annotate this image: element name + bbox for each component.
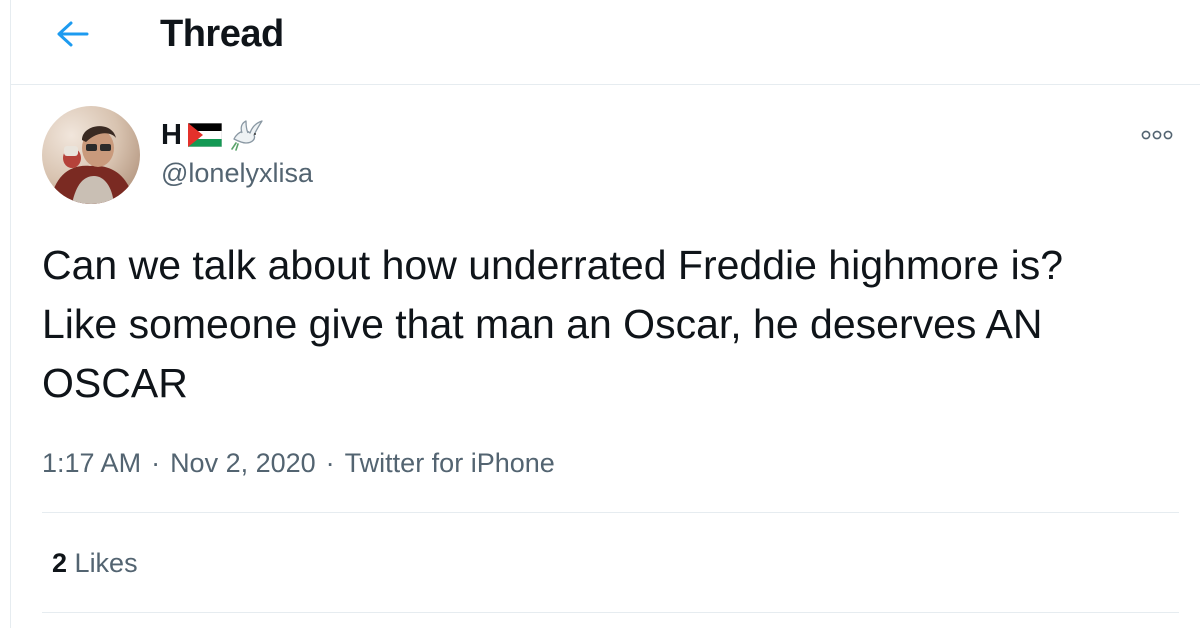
avatar[interactable] xyxy=(42,106,140,204)
thread-header: Thread xyxy=(11,0,1200,85)
likes-count: 2 xyxy=(52,548,68,578)
more-horizontal-icon xyxy=(1141,130,1173,140)
back-button[interactable] xyxy=(51,14,95,54)
page-title: Thread xyxy=(160,13,284,55)
meta-separator: · xyxy=(325,448,335,478)
dove-icon xyxy=(231,120,263,151)
tweet-meta: 1:17 AM · Nov 2, 2020 · Twitter for iPho… xyxy=(42,446,555,480)
author-handle[interactable]: @lonelyxlisa xyxy=(161,156,313,190)
avatar-image xyxy=(42,106,140,204)
author-display-name: H xyxy=(161,118,182,151)
tweet-date[interactable]: Nov 2, 2020 xyxy=(170,446,316,480)
likes-label: Likes xyxy=(74,548,138,578)
meta-separator: · xyxy=(151,448,161,478)
thread-page: Thread H @lonelyxlisa Can we talk about … xyxy=(10,0,1200,628)
palestine-flag-icon xyxy=(187,123,222,147)
divider xyxy=(42,612,1179,613)
author-name[interactable]: H xyxy=(161,118,264,152)
more-options-button[interactable] xyxy=(1137,120,1177,150)
divider xyxy=(42,512,1179,513)
tweet-time[interactable]: 1:17 AM xyxy=(42,446,141,480)
tweet-source[interactable]: Twitter for iPhone xyxy=(345,446,555,480)
arrow-left-icon xyxy=(57,21,89,47)
tweet-text: Can we talk about how underrated Freddie… xyxy=(42,242,1064,406)
likes-stat[interactable]: 2 Likes xyxy=(52,546,138,580)
